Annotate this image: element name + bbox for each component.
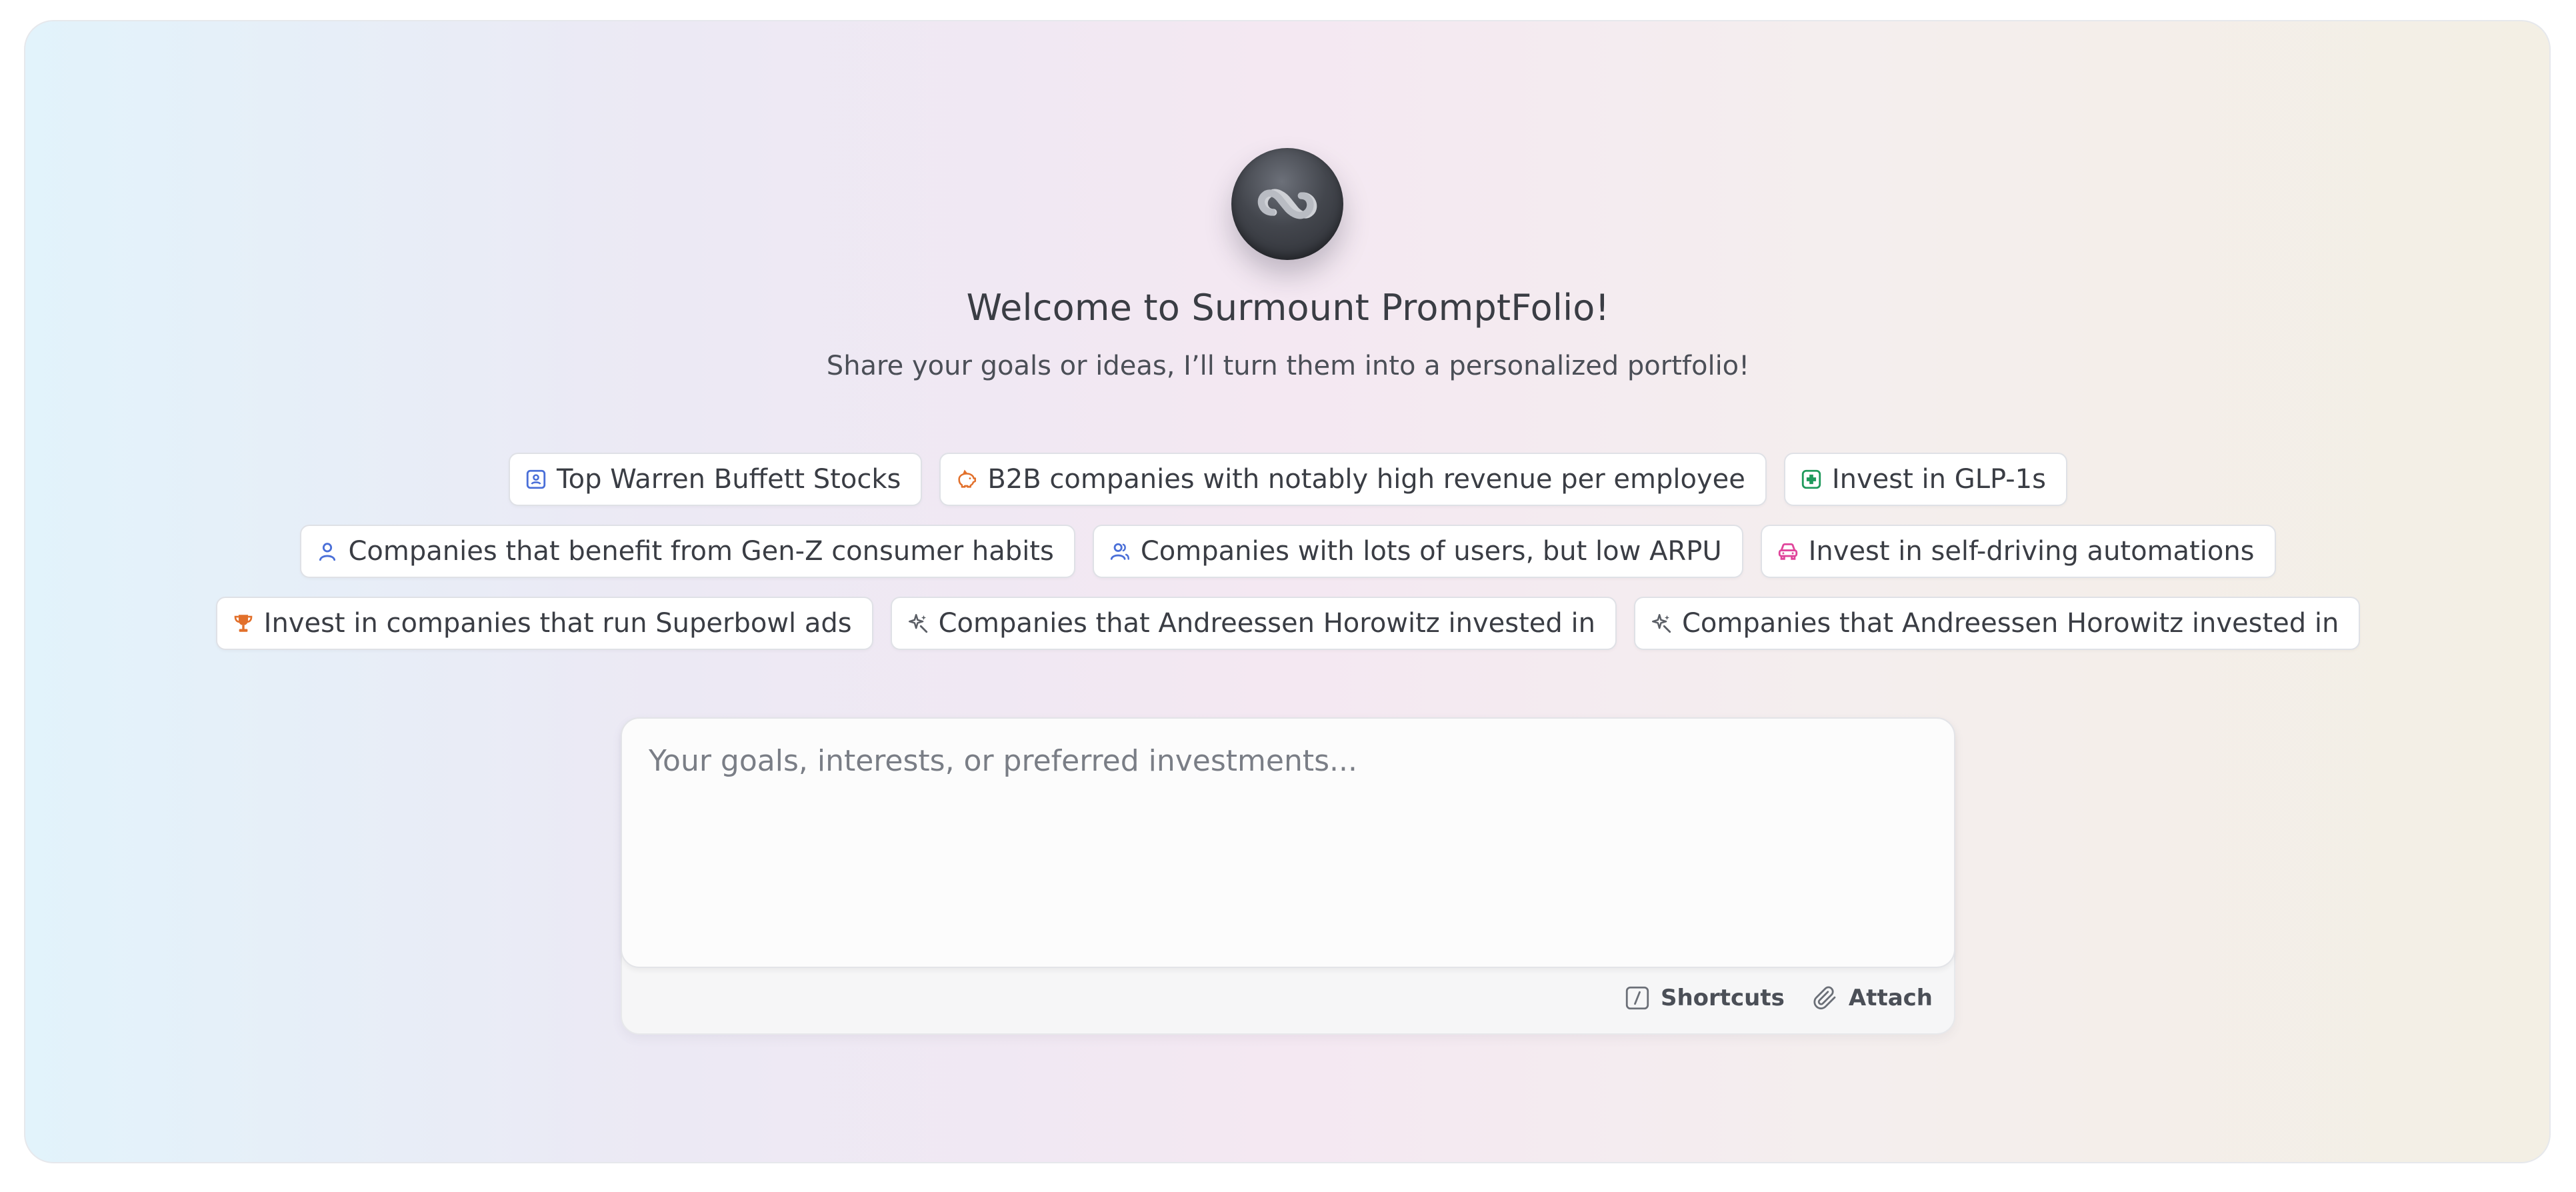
page-subtitle: Share your goals or ideas, I’ll turn the… — [826, 351, 1750, 381]
slash-key-icon — [1625, 986, 1649, 1010]
page-title: Welcome to Surmount PromptFolio! — [966, 287, 1610, 329]
piggy-bank-icon — [958, 469, 977, 488]
attach-label: Attach — [1848, 985, 1933, 1011]
suggestion-chip-genz[interactable]: Companies that benefit from Gen-Z consum… — [300, 525, 1075, 578]
suggestion-label: Invest in GLP-1s — [1831, 464, 2046, 495]
composer-toolbar: Shortcuts Attach — [1623, 984, 1933, 1012]
paperclip-icon — [1813, 986, 1836, 1010]
trophy-icon — [234, 615, 252, 632]
suggestion-chip-superbowl[interactable]: Invest in companies that run Superbowl a… — [215, 597, 873, 650]
suggestion-label: Companies that Andreessen Horowitz inves… — [938, 608, 1595, 639]
suggestion-chip-a16z-1[interactable]: Companies that Andreessen Horowitz inves… — [890, 597, 1617, 650]
suggestion-label: Companies that Andreessen Horowitz inves… — [1681, 608, 2339, 639]
suggestion-chip-self-driving[interactable]: Invest in self-driving automations — [1760, 525, 2276, 578]
sparkle-icon — [908, 613, 927, 633]
shortcuts-label: Shortcuts — [1660, 985, 1785, 1011]
user-icon — [319, 543, 336, 561]
id-badge-icon — [526, 469, 546, 489]
prompt-input-container — [621, 717, 1955, 968]
suggestion-chip-arpu[interactable]: Companies with lots of users, but low AR… — [1092, 525, 1743, 578]
suggestion-chip-glp1[interactable]: Invest in GLP-1s — [1783, 453, 2067, 506]
suggestion-chip-a16z-2[interactable]: Companies that Andreessen Horowitz inves… — [1633, 597, 2361, 650]
infinity-link-icon — [1257, 189, 1317, 219]
suggestion-label: Invest in companies that run Superbowl a… — [263, 608, 852, 639]
suggestion-label: Companies with lots of users, but low AR… — [1140, 536, 1722, 567]
prompt-input[interactable] — [647, 743, 1917, 945]
medical-cross-icon — [1801, 469, 1821, 489]
logo-icon — [1231, 148, 1343, 260]
attach-button[interactable]: Attach — [1811, 984, 1933, 1012]
prompt-composer: Shortcuts Attach — [621, 717, 1955, 1035]
car-icon — [1778, 543, 1797, 560]
suggestion-row-2: Companies that benefit from Gen-Z consum… — [0, 525, 2576, 578]
suggestion-label: Top Warren Buffett Stocks — [557, 464, 901, 495]
suggestion-chip-b2b[interactable]: B2B companies with notably high revenue … — [939, 453, 1767, 506]
suggestion-chip-buffett[interactable]: Top Warren Buffett Stocks — [509, 453, 923, 506]
suggestion-label: B2B companies with notably high revenue … — [987, 464, 1745, 495]
suggestion-row-1: Top Warren Buffett Stocks B2B companies … — [0, 453, 2576, 506]
sparkle-icon — [1651, 613, 1671, 633]
suggestion-label: Invest in self-driving automations — [1808, 536, 2255, 567]
suggestion-label: Companies that benefit from Gen-Z consum… — [348, 536, 1054, 567]
users-icon — [1110, 543, 1129, 560]
suggestion-row-3: Invest in companies that run Superbowl a… — [0, 597, 2576, 650]
shortcuts-button[interactable]: Shortcuts — [1623, 984, 1785, 1012]
